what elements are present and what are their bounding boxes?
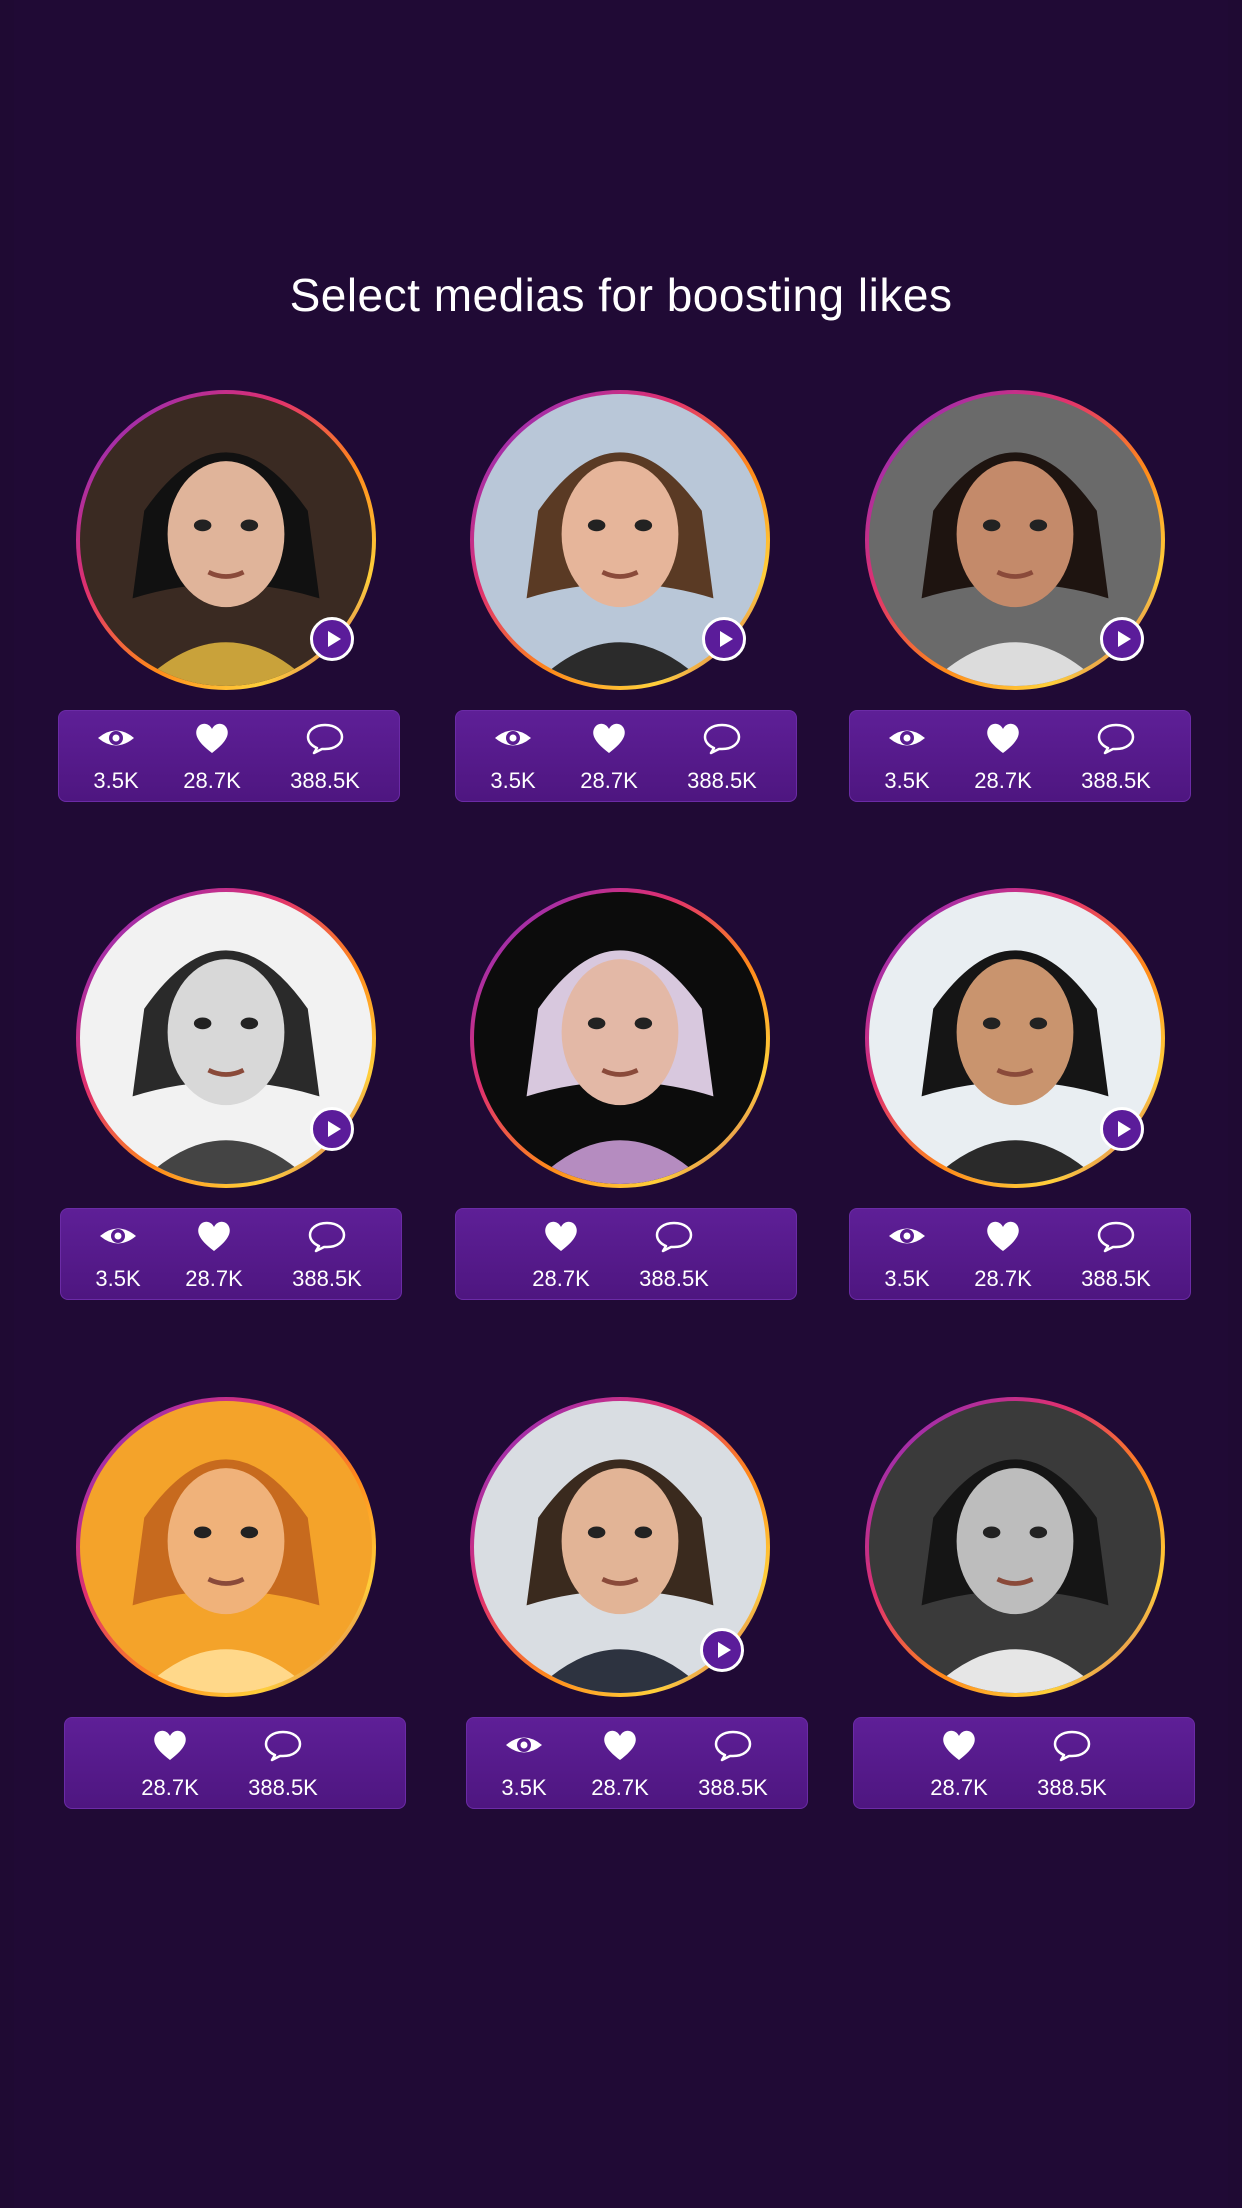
comment-icon [713, 1728, 753, 1767]
stat-value: 3.5K [884, 768, 930, 793]
comment-icon [654, 1219, 694, 1258]
comment-icon [305, 721, 345, 760]
media-thumbnail[interactable] [470, 888, 770, 1188]
eye-icon [887, 1219, 927, 1258]
media-stats-bar: 3.5K 28.7K 388.5K [455, 710, 797, 802]
stat-likes: 28.7K [561, 711, 657, 801]
heart-icon [983, 1219, 1023, 1258]
play-icon[interactable] [702, 617, 746, 661]
media-thumbnail[interactable] [76, 1397, 376, 1697]
stat-comments: 388.5K [1051, 1209, 1181, 1299]
stat-value: 3.5K [884, 1266, 930, 1291]
stat-comments: 388.5K [657, 711, 787, 801]
eye-icon [98, 1219, 138, 1258]
stat-value: 3.5K [93, 768, 139, 793]
media-stats-bar: 3.5K 28.7K 388.5K [466, 1717, 808, 1809]
stat-value: 388.5K [1037, 1775, 1107, 1800]
stat-value: 28.7K [974, 768, 1032, 793]
stat-likes: 28.7K [164, 711, 260, 801]
stat-value: 28.7K [580, 768, 638, 793]
eye-icon [504, 1728, 544, 1767]
stat-views: 3.5K [70, 1209, 166, 1299]
heart-icon [194, 1219, 234, 1258]
media-thumbnail[interactable] [865, 1397, 1165, 1697]
stat-value: 388.5K [698, 1775, 768, 1800]
stat-comments: 388.5K [609, 1209, 739, 1299]
stat-comments: 388.5K [1007, 1718, 1137, 1808]
stat-value: 388.5K [687, 768, 757, 793]
stat-comments: 388.5K [260, 711, 390, 801]
stat-likes: 28.7K [513, 1209, 609, 1299]
media-stats-bar: 28.7K 388.5K [64, 1717, 406, 1809]
stat-comments: 388.5K [668, 1718, 798, 1808]
stat-value: 28.7K [185, 1266, 243, 1291]
eye-icon [887, 721, 927, 760]
stat-value: 28.7K [532, 1266, 590, 1291]
play-icon[interactable] [310, 617, 354, 661]
stat-likes: 28.7K [955, 711, 1051, 801]
stat-value: 28.7K [930, 1775, 988, 1800]
heart-icon [983, 721, 1023, 760]
comment-icon [1096, 721, 1136, 760]
stat-value: 28.7K [183, 768, 241, 793]
stat-likes: 28.7K [955, 1209, 1051, 1299]
media-stats-bar: 3.5K 28.7K 388.5K [849, 1208, 1191, 1300]
stat-value: 3.5K [490, 768, 536, 793]
media-stats-bar: 28.7K 388.5K [853, 1717, 1195, 1809]
media-photo [869, 1401, 1161, 1693]
stat-value: 388.5K [292, 1266, 362, 1291]
media-stats-bar: 3.5K 28.7K 388.5K [849, 710, 1191, 802]
stat-value: 388.5K [290, 768, 360, 793]
stat-likes: 28.7K [911, 1718, 1007, 1808]
heart-icon [150, 1728, 190, 1767]
stat-value: 388.5K [1081, 1266, 1151, 1291]
stat-likes: 28.7K [572, 1718, 668, 1808]
stat-value: 28.7K [141, 1775, 199, 1800]
heart-icon [939, 1728, 979, 1767]
play-icon[interactable] [1100, 1107, 1144, 1151]
stat-comments: 388.5K [262, 1209, 392, 1299]
stat-views: 3.5K [859, 1209, 955, 1299]
stat-views: 3.5K [476, 1718, 572, 1808]
stat-value: 28.7K [974, 1266, 1032, 1291]
comment-icon [702, 721, 742, 760]
heart-icon [192, 721, 232, 760]
comment-icon [1052, 1728, 1092, 1767]
stat-value: 3.5K [501, 1775, 547, 1800]
page-title: Select medias for boosting likes [289, 269, 953, 321]
media-stats-bar: 3.5K 28.7K 388.5K [58, 710, 400, 802]
media-stats-bar: 3.5K 28.7K 388.5K [60, 1208, 402, 1300]
stat-views: 3.5K [465, 711, 561, 801]
stat-comments: 388.5K [218, 1718, 348, 1808]
stat-value: 388.5K [1081, 768, 1151, 793]
stat-value: 3.5K [95, 1266, 141, 1291]
heart-icon [600, 1728, 640, 1767]
eye-icon [96, 721, 136, 760]
heart-icon [589, 721, 629, 760]
play-icon[interactable] [700, 1628, 744, 1672]
media-stats-bar: 28.7K 388.5K [455, 1208, 797, 1300]
play-icon[interactable] [310, 1107, 354, 1151]
play-icon[interactable] [1100, 617, 1144, 661]
comment-icon [1096, 1219, 1136, 1258]
comment-icon [307, 1219, 347, 1258]
media-photo [80, 1401, 372, 1693]
stat-value: 388.5K [639, 1266, 709, 1291]
stat-value: 388.5K [248, 1775, 318, 1800]
stat-value: 28.7K [591, 1775, 649, 1800]
eye-icon [493, 721, 533, 760]
stat-comments: 388.5K [1051, 711, 1181, 801]
stat-views: 3.5K [859, 711, 955, 801]
stat-likes: 28.7K [166, 1209, 262, 1299]
media-photo [474, 892, 766, 1184]
stat-views: 3.5K [68, 711, 164, 801]
heart-icon [541, 1219, 581, 1258]
stat-likes: 28.7K [122, 1718, 218, 1808]
comment-icon [263, 1728, 303, 1767]
